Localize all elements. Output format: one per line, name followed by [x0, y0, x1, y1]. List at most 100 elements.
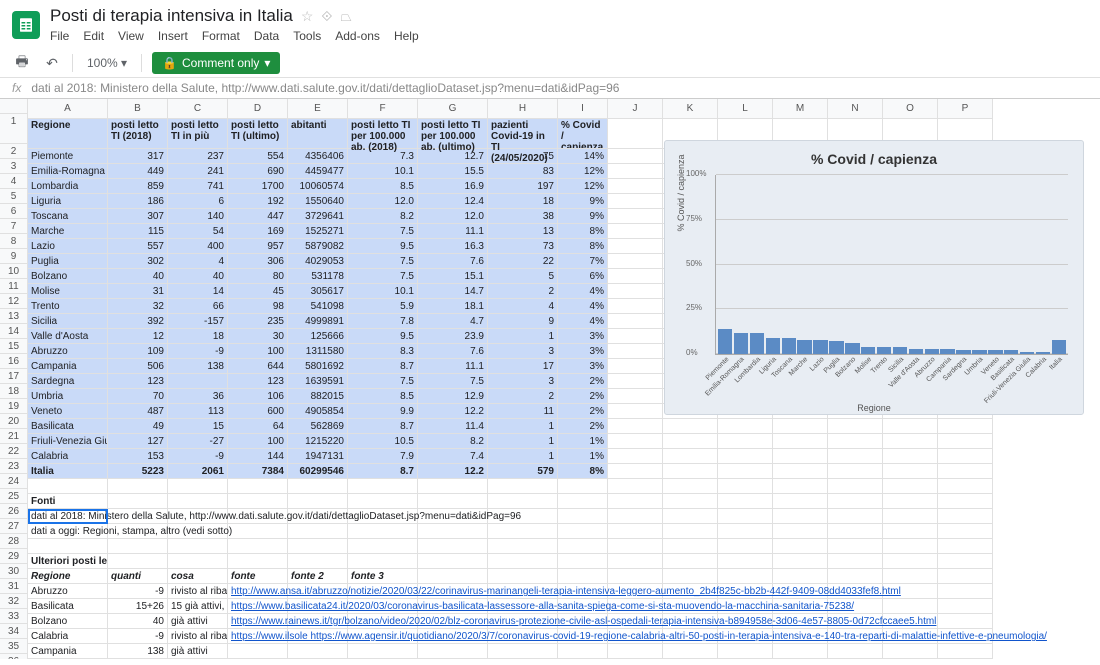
- cell[interactable]: [558, 539, 608, 554]
- cell[interactable]: [718, 554, 773, 569]
- cell[interactable]: 18: [488, 194, 558, 209]
- cell[interactable]: 4905854: [288, 404, 348, 419]
- cell[interactable]: 113: [168, 404, 228, 419]
- cell[interactable]: 49: [108, 419, 168, 434]
- cell[interactable]: [773, 554, 828, 569]
- print-icon[interactable]: 🖶: [12, 53, 32, 73]
- cell[interactable]: 8%: [558, 239, 608, 254]
- cell[interactable]: 98: [228, 299, 288, 314]
- cell[interactable]: già attivi: [168, 644, 228, 659]
- cell[interactable]: [883, 479, 938, 494]
- cell[interactable]: [773, 449, 828, 464]
- cell[interactable]: [608, 344, 663, 359]
- cell[interactable]: [488, 539, 558, 554]
- cell[interactable]: 12.9: [418, 389, 488, 404]
- cell[interactable]: [883, 539, 938, 554]
- cell[interactable]: 9.5: [348, 239, 418, 254]
- cell[interactable]: [108, 479, 168, 494]
- cell[interactable]: Bolzano: [28, 614, 108, 629]
- menu-view[interactable]: View: [118, 29, 144, 43]
- cell[interactable]: [608, 509, 663, 524]
- cell[interactable]: [168, 539, 228, 554]
- cell[interactable]: Trento: [28, 299, 108, 314]
- row-header[interactable]: 31: [0, 579, 28, 594]
- cell[interactable]: [608, 389, 663, 404]
- cell[interactable]: 1%: [558, 449, 608, 464]
- cell[interactable]: cosa: [168, 569, 228, 584]
- cell[interactable]: 8%: [558, 224, 608, 239]
- cell[interactable]: [883, 524, 938, 539]
- cell[interactable]: [828, 644, 883, 659]
- cell[interactable]: [488, 644, 558, 659]
- row-header[interactable]: 26: [0, 504, 28, 519]
- cell[interactable]: 23.9: [418, 329, 488, 344]
- cell[interactable]: [608, 539, 663, 554]
- col-header[interactable]: J: [608, 99, 663, 119]
- cell[interactable]: [663, 569, 718, 584]
- cell[interactable]: Umbria: [28, 389, 108, 404]
- cell[interactable]: [28, 539, 108, 554]
- cell[interactable]: 144: [228, 449, 288, 464]
- cell[interactable]: posti letto TI in più: [168, 119, 228, 149]
- cell[interactable]: 4: [168, 254, 228, 269]
- cell[interactable]: dati a oggi: Regioni, stampa, altro (ved…: [28, 524, 108, 539]
- cell[interactable]: [883, 494, 938, 509]
- cell[interactable]: 1947131: [288, 449, 348, 464]
- cell[interactable]: 554: [228, 149, 288, 164]
- cell[interactable]: 12%: [558, 164, 608, 179]
- comment-only-button[interactable]: 🔒 Comment only ▾: [152, 52, 280, 74]
- col-header[interactable]: A: [28, 99, 108, 119]
- cell[interactable]: Sicilia: [28, 314, 108, 329]
- cell[interactable]: [348, 524, 418, 539]
- cell[interactable]: 3729641: [288, 209, 348, 224]
- cell[interactable]: [288, 539, 348, 554]
- cell[interactable]: 40: [108, 269, 168, 284]
- cell[interactable]: 10060574: [288, 179, 348, 194]
- cell[interactable]: 45: [228, 284, 288, 299]
- cell[interactable]: 11.1: [418, 224, 488, 239]
- col-header[interactable]: B: [108, 99, 168, 119]
- cell[interactable]: [288, 644, 348, 659]
- cell[interactable]: 12: [108, 329, 168, 344]
- cell[interactable]: 9%: [558, 209, 608, 224]
- cell[interactable]: [288, 524, 348, 539]
- cell[interactable]: 64: [228, 419, 288, 434]
- cell[interactable]: 60299546: [288, 464, 348, 479]
- cell[interactable]: [168, 494, 228, 509]
- cell[interactable]: [883, 419, 938, 434]
- cell[interactable]: 3: [488, 344, 558, 359]
- cell[interactable]: 7.9: [348, 449, 418, 464]
- cell[interactable]: 1%: [558, 434, 608, 449]
- cell[interactable]: 138: [108, 644, 168, 659]
- cell[interactable]: [418, 569, 488, 584]
- cell[interactable]: [828, 434, 883, 449]
- cell[interactable]: 100: [228, 434, 288, 449]
- cell[interactable]: [608, 179, 663, 194]
- cell[interactable]: 859: [108, 179, 168, 194]
- cell[interactable]: [828, 479, 883, 494]
- cell[interactable]: 307: [108, 209, 168, 224]
- cell[interactable]: Campania: [28, 359, 108, 374]
- row-header[interactable]: 1: [0, 114, 28, 144]
- cell[interactable]: [488, 494, 558, 509]
- cell[interactable]: 9%: [558, 194, 608, 209]
- cell[interactable]: [938, 494, 993, 509]
- row-header[interactable]: 3: [0, 159, 28, 174]
- row-header[interactable]: 35: [0, 639, 28, 654]
- cell[interactable]: rivisto al ribasso: [168, 584, 228, 599]
- cell[interactable]: 8%: [558, 464, 608, 479]
- cell[interactable]: [608, 119, 663, 149]
- cell[interactable]: [608, 329, 663, 344]
- cell[interactable]: 115: [108, 224, 168, 239]
- cell[interactable]: 14: [168, 284, 228, 299]
- cell[interactable]: 13: [488, 224, 558, 239]
- cell[interactable]: [488, 569, 558, 584]
- cell[interactable]: [938, 584, 993, 599]
- cell[interactable]: Regione: [28, 119, 108, 149]
- cell[interactable]: 306: [228, 254, 288, 269]
- col-header[interactable]: E: [288, 99, 348, 119]
- cell[interactable]: 4999891: [288, 314, 348, 329]
- cell[interactable]: [418, 644, 488, 659]
- cell[interactable]: 7.8: [348, 314, 418, 329]
- cell[interactable]: 8.5: [348, 389, 418, 404]
